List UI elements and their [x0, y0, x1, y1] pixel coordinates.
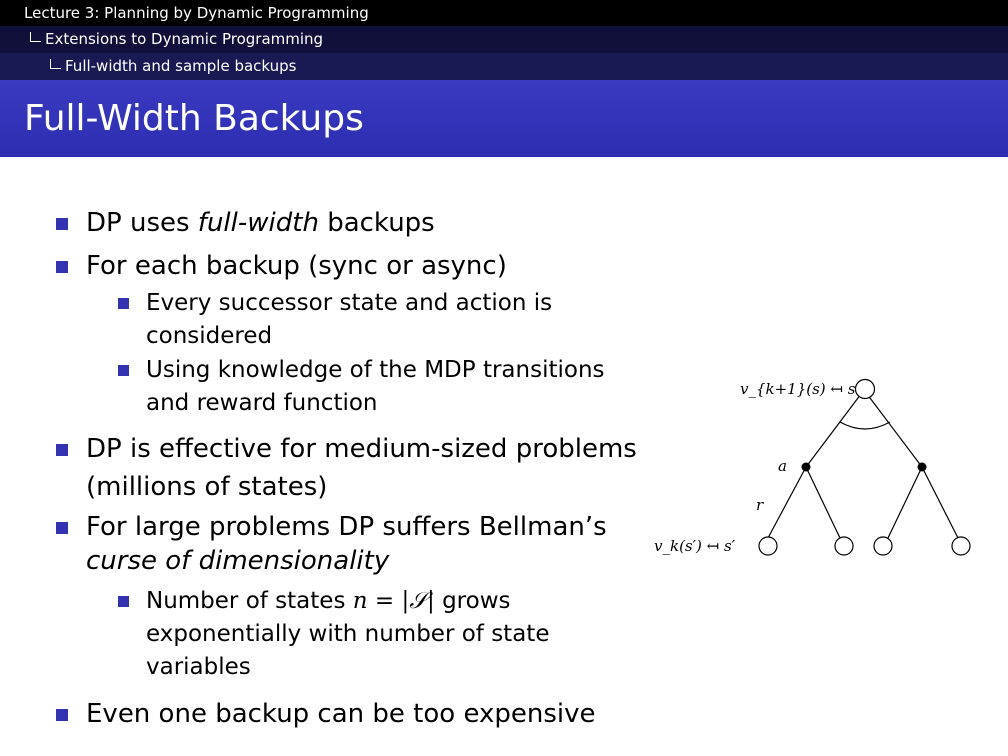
bullet-marker	[56, 261, 68, 273]
bullet-text: Number of states	[146, 588, 353, 614]
slide-title-bar: Full-Width Backups	[0, 80, 1008, 157]
subsection-breadcrumb: Full-width and sample backups	[50, 57, 297, 75]
edge-action-left-b	[805, 466, 841, 539]
edge-action-right-b	[921, 466, 959, 539]
bullet-emphasis: full-width	[197, 208, 319, 238]
bullet-marker	[56, 444, 68, 456]
bullet-marker	[56, 709, 68, 721]
bullet-text: DP uses	[86, 208, 198, 238]
section-breadcrumb: Extensions to Dynamic Programming	[30, 30, 323, 48]
bullet-emphasis: curse of dimensionality	[86, 546, 390, 576]
action-node-right	[917, 462, 927, 472]
subsection-title: Full-width and sample backups	[65, 57, 297, 75]
bullet-expensive: Even one backup can be too expensive	[86, 699, 596, 729]
sub-bullet-states-line3: variables	[146, 654, 251, 680]
header-section-bar: Extensions to Dynamic Programming	[0, 26, 1008, 53]
action-label: a	[778, 457, 787, 475]
action-arc	[839, 421, 891, 430]
successor-value-label: v_k(s′) ↤ s′	[654, 537, 736, 555]
root-state-node	[854, 378, 876, 400]
bullet-each-backup: For each backup (sync or async)	[86, 251, 507, 281]
sub-bullet-marker	[118, 298, 129, 309]
bullet-full-width: DP uses full-width backups	[86, 204, 435, 242]
sub-bullet-marker	[118, 365, 129, 376]
header-subsection-bar: Full-width and sample backups	[0, 53, 1008, 80]
edge-action-right-a	[887, 466, 923, 539]
sub-bullet-knowledge-line2: and reward function	[146, 390, 378, 416]
successor-state-node	[758, 536, 778, 556]
sub-bullet-states-line2: exponentially with number of state	[146, 621, 550, 647]
sub-bullet-successor-line2: considered	[146, 323, 273, 349]
tree-branch-icon	[30, 32, 41, 42]
bullet-text: grows	[434, 588, 511, 614]
backup-tree-diagram: v_{k+1}(s) ↤ s a r v_k(s′) ↤ s′	[654, 378, 971, 556]
bullet-bellman-line2: curse of dimensionality	[86, 542, 389, 580]
root-value-label: v_{k+1}(s) ↤ s	[740, 380, 856, 398]
successor-state-node	[951, 536, 971, 556]
lecture-title: Lecture 3: Planning by Dynamic Programmi…	[24, 4, 369, 22]
successor-state-node	[873, 536, 893, 556]
slide-title: Full-Width Backups	[24, 98, 364, 139]
bullet-text: backups	[318, 208, 435, 238]
bullet-marker	[56, 218, 68, 230]
bullet-effective-line1: DP is effective for medium-sized problem…	[86, 434, 637, 464]
sub-bullet-states-line1: Number of states n = |𝒮| grows	[146, 585, 511, 618]
sub-bullet-successor-line1: Every successor state and action is	[146, 290, 553, 316]
successor-state-node	[834, 536, 854, 556]
reward-label: r	[756, 496, 764, 514]
sub-bullet-knowledge-line1: Using knowledge of the MDP transitions	[146, 357, 605, 383]
section-title: Extensions to Dynamic Programming	[45, 30, 324, 48]
header-lecture-bar: Lecture 3: Planning by Dynamic Programmi…	[0, 0, 1008, 26]
action-node-left	[801, 462, 811, 472]
edge-action-left-a	[767, 466, 807, 539]
math-expression: n = |𝒮|	[352, 588, 435, 614]
bullet-effective-line2: (millions of states)	[86, 472, 328, 502]
sub-bullet-marker	[118, 596, 129, 607]
bullet-marker	[56, 522, 68, 534]
tree-branch-icon	[50, 59, 61, 69]
bullet-bellman-line1: For large problems DP suffers Bellman’s	[86, 512, 607, 542]
